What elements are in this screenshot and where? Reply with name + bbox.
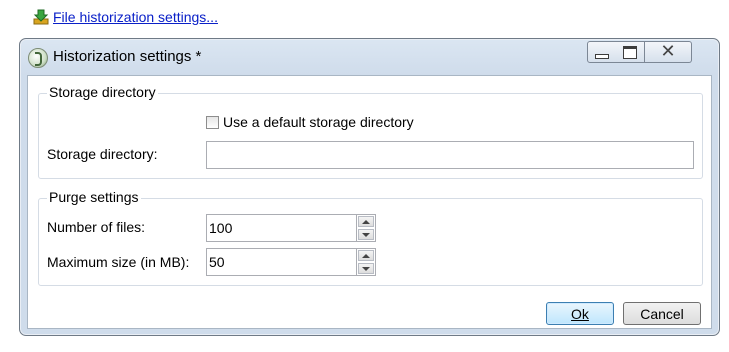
maximum-size-label: Maximum size (in MB): [47,254,190,270]
ok-button[interactable]: Ok [546,302,614,325]
chevron-up-icon [362,253,370,258]
close-icon: ✕ [660,41,676,62]
dialog-title: Historization settings * [53,48,202,65]
purge-group-title: Purge settings [47,189,141,205]
number-of-files-label: Number of files: [47,219,146,235]
minimize-icon [595,53,609,59]
cancel-button[interactable]: Cancel [623,302,701,325]
ok-button-label: Ok [571,305,589,322]
title-bar[interactable]: Historization settings * ✕ [20,39,719,75]
maximum-size-increment[interactable] [358,250,374,261]
purge-settings-group: Purge settings Number of files: Maximum … [38,189,703,286]
storage-group-title: Storage directory [47,84,158,100]
cancel-button-label: Cancel [640,305,684,322]
dialog-content: Storage directory Use a default storage … [27,75,712,329]
chevron-up-icon [362,219,370,224]
maximum-size-spin-buttons [356,248,376,276]
storage-directory-group: Storage directory Use a default storage … [38,84,703,179]
maximize-button[interactable] [616,41,645,63]
number-of-files-decrement[interactable] [358,229,374,240]
number-of-files-spinner[interactable] [206,214,376,242]
storage-directory-input[interactable] [206,141,694,169]
default-storage-checkbox-row[interactable]: Use a default storage directory [206,114,414,130]
close-button[interactable]: ✕ [645,41,692,63]
number-of-files-increment[interactable] [358,216,374,227]
app-logo-icon [28,48,48,68]
default-storage-checkbox[interactable] [206,115,219,129]
chevron-down-icon [362,266,370,271]
storage-directory-label: Storage directory: [47,146,158,162]
minimize-button[interactable] [587,41,617,63]
historization-settings-dialog: Historization settings * ✕ Storage direc… [19,38,720,336]
file-historization-link-row[interactable]: File historization settings... [33,7,218,27]
maximize-icon [623,45,637,59]
maximum-size-input[interactable] [206,248,356,276]
download-arrow-icon [33,9,49,25]
file-historization-settings-link[interactable]: File historization settings... [53,9,218,25]
number-of-files-spin-buttons [356,214,376,242]
maximum-size-spinner[interactable] [206,248,376,276]
number-of-files-input[interactable] [206,214,356,242]
maximum-size-decrement[interactable] [358,263,374,274]
default-storage-checkbox-label[interactable]: Use a default storage directory [223,114,414,130]
chevron-down-icon [362,232,370,237]
